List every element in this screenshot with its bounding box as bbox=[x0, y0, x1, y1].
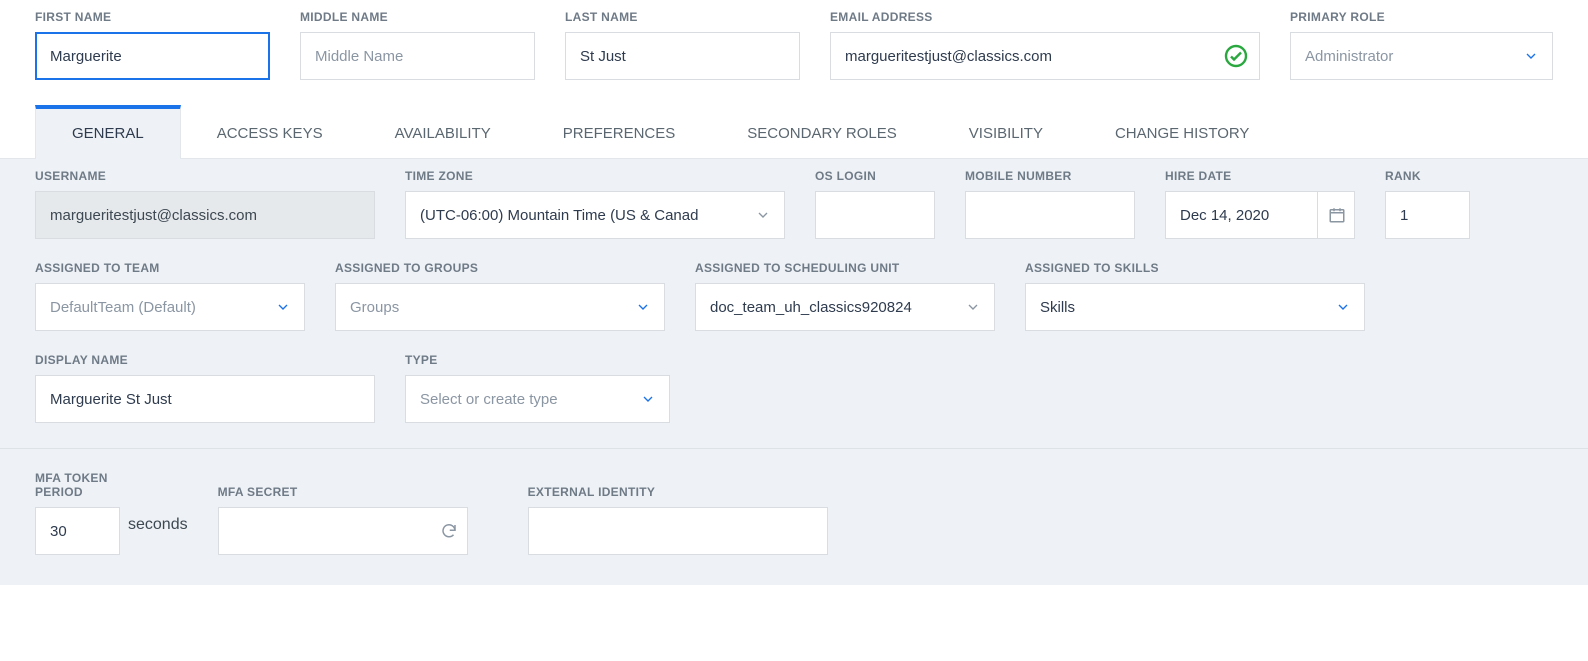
sched-unit-select[interactable] bbox=[695, 283, 995, 331]
calendar-icon[interactable] bbox=[1317, 191, 1355, 239]
mfa-token-label: MFA TOKEN PERIOD bbox=[35, 471, 120, 499]
mfa-section: MFA TOKEN PERIOD seconds MFA SECRET EXTE… bbox=[0, 448, 1588, 585]
sched-unit-label: ASSIGNED TO SCHEDULING UNIT bbox=[695, 261, 995, 275]
os-login-group: OS LOGIN bbox=[815, 169, 935, 239]
external-identity-label: EXTERNAL IDENTITY bbox=[528, 485, 828, 499]
tab-secondary-roles[interactable]: SECONDARY ROLES bbox=[711, 105, 933, 158]
tab-preferences[interactable]: PREFERENCES bbox=[527, 105, 712, 158]
mobile-label: MOBILE NUMBER bbox=[965, 169, 1135, 183]
type-label: TYPE bbox=[405, 353, 670, 367]
middle-name-group: MIDDLE NAME bbox=[300, 10, 535, 80]
email-input[interactable] bbox=[830, 32, 1260, 80]
timezone-label: TIME ZONE bbox=[405, 169, 785, 183]
refresh-icon[interactable] bbox=[440, 522, 458, 540]
mfa-secret-group: MFA SECRET bbox=[218, 485, 468, 555]
mfa-secret-input[interactable] bbox=[218, 507, 468, 555]
primary-role-label: PRIMARY ROLE bbox=[1290, 10, 1553, 24]
mfa-token-input[interactable] bbox=[35, 507, 120, 555]
rank-input[interactable] bbox=[1385, 191, 1470, 239]
groups-group: ASSIGNED TO GROUPS bbox=[335, 261, 665, 331]
email-group: EMAIL ADDRESS bbox=[830, 10, 1260, 80]
username-group: USERNAME bbox=[35, 169, 375, 239]
tab-general[interactable]: GENERAL bbox=[35, 105, 181, 159]
tab-availability[interactable]: AVAILABILITY bbox=[359, 105, 527, 158]
sched-unit-group: ASSIGNED TO SCHEDULING UNIT bbox=[695, 261, 995, 331]
email-label: EMAIL ADDRESS bbox=[830, 10, 1260, 24]
general-panel: USERNAME TIME ZONE OS LOGIN MOBILE NUMBE… bbox=[0, 159, 1588, 448]
timezone-select[interactable] bbox=[405, 191, 785, 239]
primary-role-select[interactable] bbox=[1290, 32, 1553, 80]
mfa-secret-label: MFA SECRET bbox=[218, 485, 468, 499]
mobile-group: MOBILE NUMBER bbox=[965, 169, 1135, 239]
middle-name-input[interactable] bbox=[300, 32, 535, 80]
skills-select[interactable] bbox=[1025, 283, 1365, 331]
timezone-group: TIME ZONE bbox=[405, 169, 785, 239]
last-name-group: LAST NAME bbox=[565, 10, 800, 80]
last-name-input[interactable] bbox=[565, 32, 800, 80]
tab-access-keys[interactable]: ACCESS KEYS bbox=[181, 105, 359, 158]
mfa-token-group: MFA TOKEN PERIOD bbox=[35, 471, 120, 555]
identity-row: FIRST NAME MIDDLE NAME LAST NAME EMAIL A… bbox=[0, 0, 1588, 105]
mobile-input[interactable] bbox=[965, 191, 1135, 239]
os-login-input[interactable] bbox=[815, 191, 935, 239]
type-select[interactable] bbox=[405, 375, 670, 423]
team-label: ASSIGNED TO TEAM bbox=[35, 261, 305, 275]
display-name-group: DISPLAY NAME bbox=[35, 353, 375, 423]
first-name-label: FIRST NAME bbox=[35, 10, 270, 24]
first-name-group: FIRST NAME bbox=[35, 10, 270, 80]
team-group: ASSIGNED TO TEAM bbox=[35, 261, 305, 331]
team-select[interactable] bbox=[35, 283, 305, 331]
first-name-input[interactable] bbox=[35, 32, 270, 80]
external-identity-group: EXTERNAL IDENTITY bbox=[528, 485, 828, 555]
tab-change-history[interactable]: CHANGE HISTORY bbox=[1079, 105, 1285, 158]
display-name-input[interactable] bbox=[35, 375, 375, 423]
rank-label: RANK bbox=[1385, 169, 1470, 183]
hire-date-label: HIRE DATE bbox=[1165, 169, 1355, 183]
username-input bbox=[35, 191, 375, 239]
os-login-label: OS LOGIN bbox=[815, 169, 935, 183]
skills-group: ASSIGNED TO SKILLS bbox=[1025, 261, 1365, 331]
middle-name-label: MIDDLE NAME bbox=[300, 10, 535, 24]
type-group: TYPE bbox=[405, 353, 670, 423]
groups-select[interactable] bbox=[335, 283, 665, 331]
primary-role-group: PRIMARY ROLE bbox=[1290, 10, 1553, 80]
check-circle-icon bbox=[1224, 44, 1248, 68]
skills-label: ASSIGNED TO SKILLS bbox=[1025, 261, 1365, 275]
seconds-label: seconds bbox=[128, 516, 188, 534]
username-label: USERNAME bbox=[35, 169, 375, 183]
external-identity-input[interactable] bbox=[528, 507, 828, 555]
last-name-label: LAST NAME bbox=[565, 10, 800, 24]
rank-group: RANK bbox=[1385, 169, 1470, 239]
tab-bar: GENERAL ACCESS KEYS AVAILABILITY PREFERE… bbox=[0, 105, 1588, 159]
display-name-label: DISPLAY NAME bbox=[35, 353, 375, 367]
groups-label: ASSIGNED TO GROUPS bbox=[335, 261, 665, 275]
hire-date-group: HIRE DATE bbox=[1165, 169, 1355, 239]
tab-visibility[interactable]: VISIBILITY bbox=[933, 105, 1079, 158]
